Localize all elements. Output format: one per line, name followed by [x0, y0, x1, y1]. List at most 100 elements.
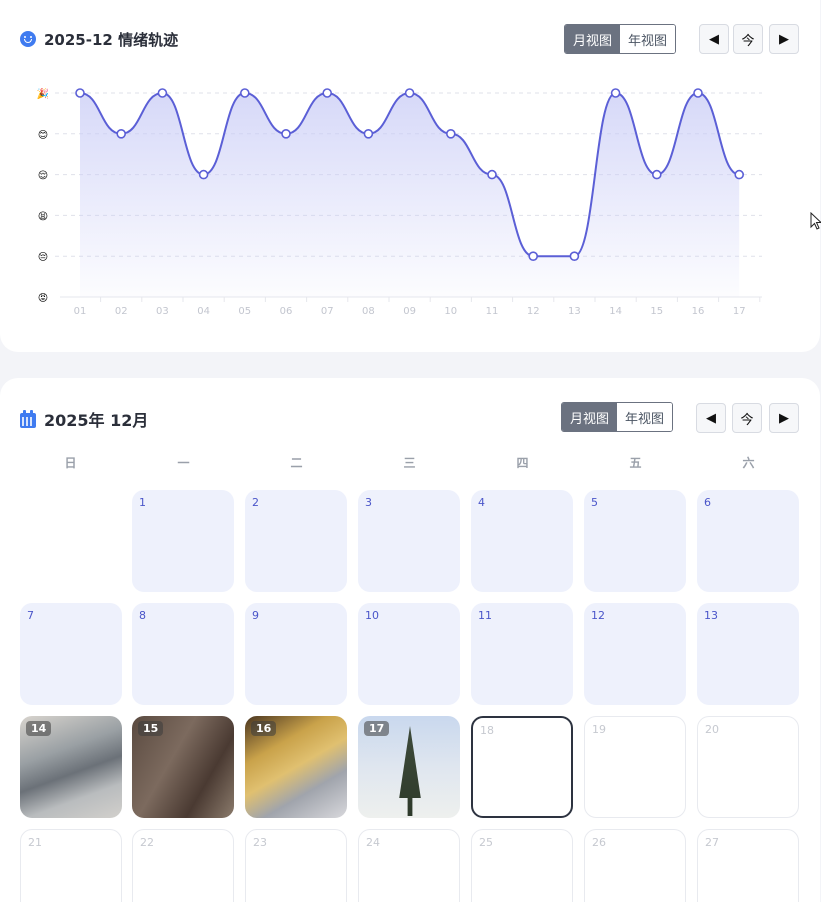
mood-line-chart: 🎉 😊 😌 😫 😔 😡 01 02 03 04 05 06 07 08 09 10 11 12 13 14 15 16 17	[37, 87, 762, 317]
calendar-day-1[interactable]: 1	[132, 490, 234, 592]
calendar-day-26[interactable]: 26	[584, 829, 686, 902]
mood-point[interactable]	[528, 251, 539, 262]
mood-card: 2025-12 情绪轨迹 月视图 年视图 ◀ 今 ▶ 🎉 😊 😌 😫 😔 😡 01 02 03 0…	[0, 0, 820, 352]
x-tick-label: 12	[527, 306, 540, 317]
today-button[interactable]: 今	[732, 403, 762, 433]
mood-point[interactable]	[281, 129, 291, 139]
mood-point[interactable]	[445, 129, 456, 139]
calendar-icon	[20, 410, 36, 428]
calendar-day-7[interactable]: 7	[20, 603, 122, 705]
mood-point[interactable]	[116, 129, 126, 139]
mood-point[interactable]	[363, 129, 374, 139]
mood-point[interactable]	[322, 88, 333, 98]
y-level-label: 😊	[38, 130, 48, 141]
mood-point[interactable]	[404, 88, 415, 98]
calendar-day-18[interactable]: 18	[471, 716, 573, 818]
y-level-label: 😌	[38, 171, 48, 182]
day-number: 21	[28, 836, 42, 849]
x-tick-label: 09	[403, 306, 416, 317]
weekday-header: 日 一 二 三 四 五 六	[15, 454, 805, 474]
x-tick-label: 08	[362, 306, 375, 317]
calendar-day-3[interactable]: 3	[358, 490, 460, 592]
calendar-day-11[interactable]: 11	[471, 603, 573, 705]
day-number: 24	[366, 836, 380, 849]
x-tick-label: 03	[156, 306, 169, 317]
calendar-card-header: 2025年 12月 月视图 年视图 ◀ 今 ▶	[0, 402, 820, 436]
x-tick-label: 05	[238, 306, 251, 317]
calendar-day-24[interactable]: 24	[358, 829, 460, 902]
x-tick-label: 13	[568, 306, 581, 317]
calendar-day-19[interactable]: 19	[584, 716, 686, 818]
day-number: 25	[479, 836, 493, 849]
calendar-day-2[interactable]: 2	[245, 490, 347, 592]
calendar-day-20[interactable]: 20	[697, 716, 799, 818]
calendar-day-16[interactable]: 16	[245, 716, 347, 818]
calendar-day-17[interactable]: 17	[358, 716, 460, 818]
mood-point[interactable]	[569, 251, 580, 262]
calendar-day-5[interactable]: 5	[584, 490, 686, 592]
calendar-day-21[interactable]: 21	[20, 829, 122, 902]
x-tick-label: 04	[197, 306, 210, 317]
calendar-day-22[interactable]: 22	[132, 829, 234, 902]
day-number: 7	[27, 609, 34, 622]
calendar-day-8[interactable]: 8	[132, 603, 234, 705]
calendar-day-23[interactable]: 23	[245, 829, 347, 902]
day-number: 4	[478, 496, 485, 509]
month-view-button[interactable]: 月视图	[562, 403, 618, 431]
mood-point[interactable]	[610, 88, 621, 98]
x-tick-label: 10	[444, 306, 457, 317]
day-number: 5	[591, 496, 598, 509]
day-number: 3	[365, 496, 372, 509]
day-number: 23	[253, 836, 267, 849]
calendar-title: 2025年 12月	[44, 411, 149, 430]
y-level-label: 😔	[38, 252, 48, 263]
prev-month-button[interactable]: ◀	[696, 403, 726, 433]
tree-shape	[399, 726, 421, 816]
x-tick-label: 06	[280, 306, 293, 317]
weekday-mon: 一	[177, 456, 190, 470]
mood-point[interactable]	[487, 169, 497, 180]
next-month-button[interactable]: ▶	[769, 403, 799, 433]
calendar-day-4[interactable]: 4	[471, 490, 573, 592]
day-number: 22	[140, 836, 154, 849]
mood-point[interactable]	[693, 88, 703, 98]
day-number: 10	[365, 609, 379, 622]
mood-point[interactable]	[240, 88, 250, 98]
calendar-day-27[interactable]: 27	[697, 829, 799, 902]
year-view-button[interactable]: 年视图	[617, 403, 673, 431]
calendar-day-9[interactable]: 9	[245, 603, 347, 705]
day-number: 6	[704, 496, 711, 509]
day-number: 26	[592, 836, 606, 849]
day-number: 20	[705, 723, 719, 736]
mood-point[interactable]	[75, 88, 85, 98]
mood-point[interactable]	[651, 169, 662, 180]
day-number: 1	[139, 496, 146, 509]
y-level-label: 😡	[38, 293, 48, 304]
calendar-day-13[interactable]: 13	[697, 603, 799, 705]
calendar-title-wrap: 2025年 12月	[20, 407, 148, 431]
x-tick-label: 01	[74, 306, 87, 317]
calendar-view-toggle: 月视图 年视图	[561, 402, 674, 432]
calendar-day-14[interactable]: 14	[20, 716, 122, 818]
x-tick-label: 14	[609, 306, 622, 317]
day-number: 9	[252, 609, 259, 622]
calendar-day-10[interactable]: 10	[358, 603, 460, 705]
x-tick-label: 02	[115, 306, 128, 317]
x-tick-label: 11	[486, 306, 499, 317]
mood-point[interactable]	[157, 88, 168, 98]
day-number: 16	[251, 721, 277, 736]
calendar-day-6[interactable]: 6	[697, 490, 799, 592]
day-number: 2	[252, 496, 259, 509]
mood-point[interactable]	[198, 169, 209, 180]
calendar-day-12[interactable]: 12	[584, 603, 686, 705]
weekday-tue: 二	[290, 456, 303, 470]
day-number: 12	[591, 609, 605, 622]
day-number: 27	[705, 836, 719, 849]
calendar-day-15[interactable]: 15	[132, 716, 234, 818]
weekday-wed: 三	[403, 456, 416, 470]
mood-point[interactable]	[734, 169, 745, 180]
x-tick-label: 15	[650, 306, 663, 317]
day-number: 19	[592, 723, 606, 736]
calendar-day-25[interactable]: 25	[471, 829, 573, 902]
day-number: 11	[478, 609, 492, 622]
